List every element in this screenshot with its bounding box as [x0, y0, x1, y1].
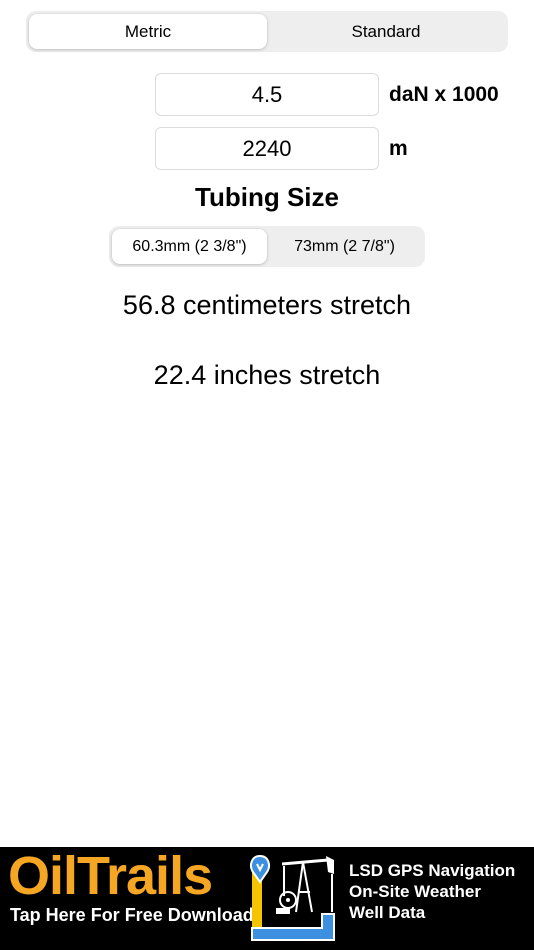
standard-option[interactable]: Standard	[267, 14, 505, 49]
depth-unit-label: m	[389, 137, 408, 160]
tubing-option-73mm[interactable]: 73mm (2 7/8")	[267, 229, 422, 264]
pumpjack-map-pin-icon	[250, 854, 335, 941]
load-input[interactable]: 4.5	[155, 73, 379, 116]
tubing-segmented-control[interactable]: 60.3mm (2 3/8") 73mm (2 7/8")	[109, 226, 425, 267]
unit-segmented-control[interactable]: Metric Standard	[26, 11, 508, 52]
ad-feature-well-data: Well Data	[349, 903, 426, 922]
ad-tagline: Tap Here For Free Download	[10, 905, 254, 925]
ad-feature-weather: On-Site Weather	[349, 882, 481, 901]
tubing-size-title: Tubing Size	[195, 182, 339, 212]
ad-feature-gps: LSD GPS Navigation	[349, 861, 516, 880]
metric-option[interactable]: Metric	[29, 14, 267, 49]
ad-banner[interactable]: OilTrails Tap Here For Free Download LSD…	[0, 847, 534, 950]
result-inches: 22.4 inches stretch	[153, 360, 381, 390]
load-unit-label: daN x 1000	[389, 83, 499, 106]
result-centimeters: 56.8 centimeters stretch	[122, 290, 412, 320]
ad-brand-logo: OilTrails	[8, 847, 213, 906]
depth-input[interactable]: 2240	[155, 127, 379, 170]
tubing-option-60mm[interactable]: 60.3mm (2 3/8")	[112, 229, 267, 264]
